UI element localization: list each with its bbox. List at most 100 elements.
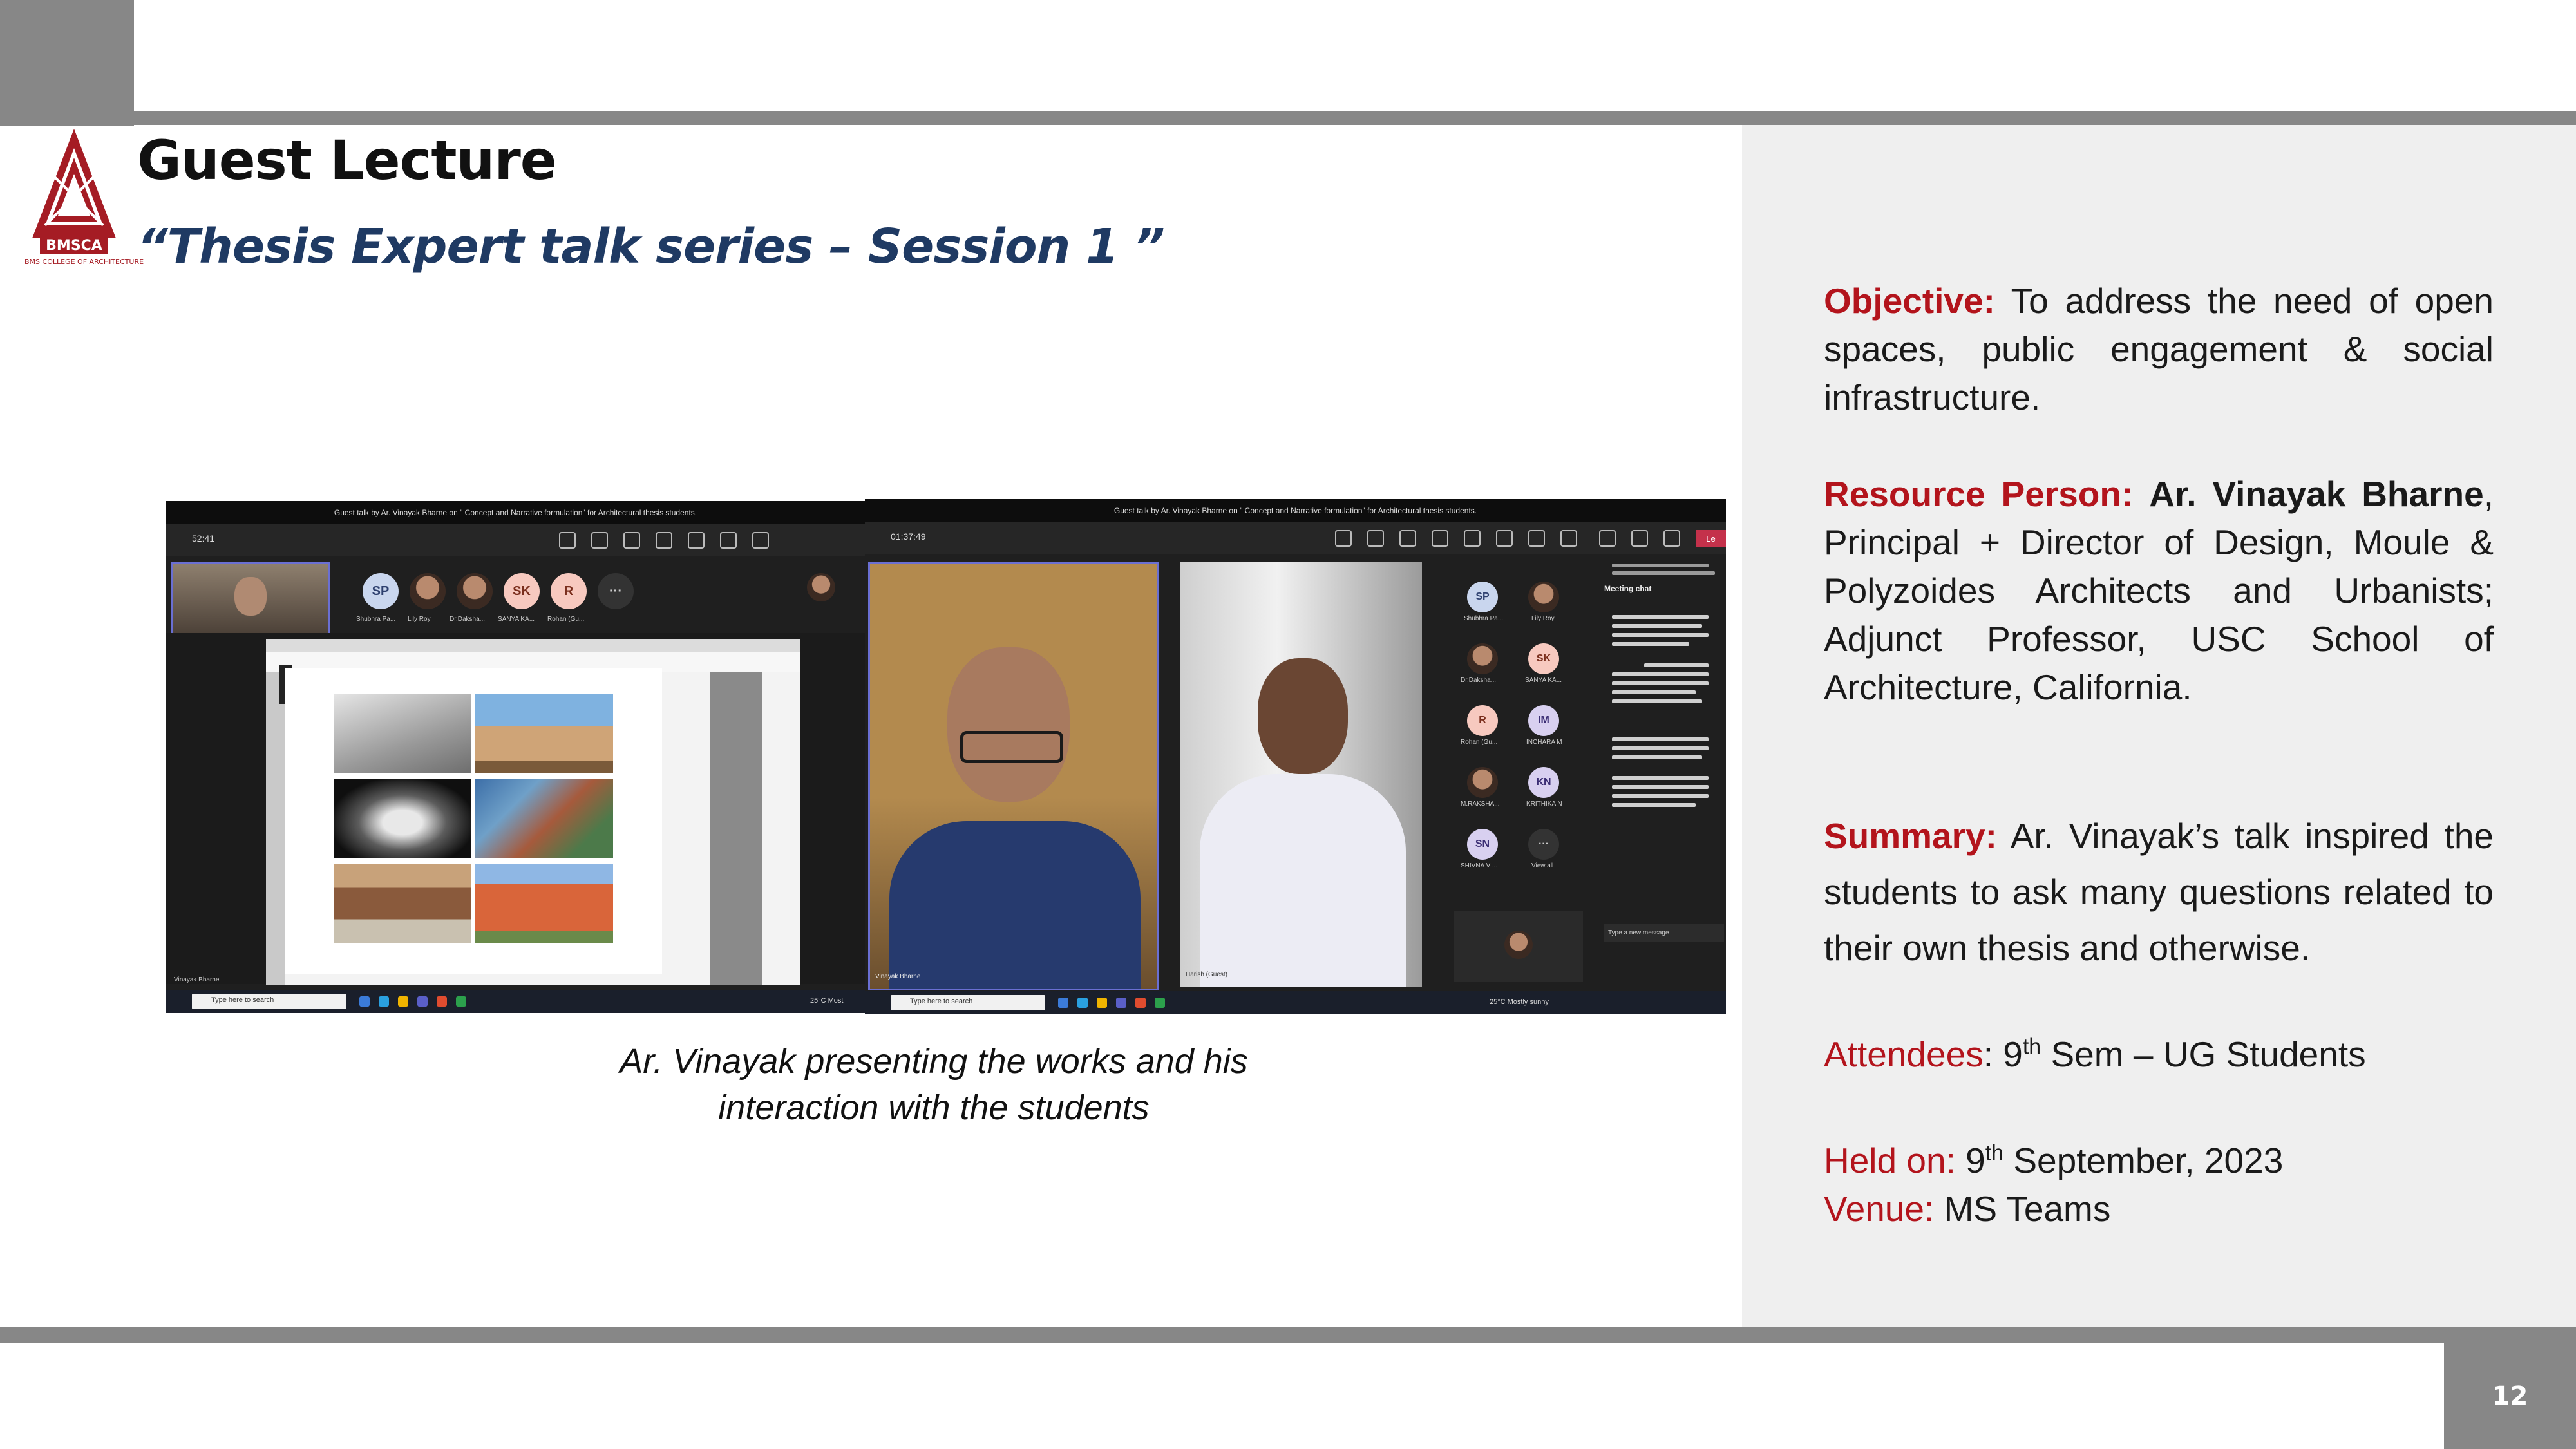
participant-name: KRITHIKA N <box>1526 800 1562 808</box>
video-tile-student: Harish (Guest) <box>1180 562 1422 987</box>
3d-city-model <box>334 779 471 858</box>
student-face <box>1258 658 1348 774</box>
participant-name: Rohan (Gu... <box>547 616 585 623</box>
summary-paragraph: Summary: Ar. Vinayak’s talk inspired the… <box>1824 808 2494 976</box>
participant-avatar: IM <box>1528 705 1559 736</box>
participant-avatar: SP <box>1467 582 1498 612</box>
participant-name: Shubhra Pa... <box>356 616 396 623</box>
screenshot-presentation: Guest talk by Ar. Vinayak Bharne on " Co… <box>166 501 865 1013</box>
weather-text: 25°C Mostly sunny <box>1490 998 1549 1006</box>
page-number: 12 <box>2492 1381 2528 1411</box>
participant-name: Dr.Daksha... <box>1461 677 1497 684</box>
student-shirt <box>1200 774 1406 987</box>
raise-hand-icon <box>623 532 640 549</box>
video-tile-vinayak: Vinayak Bharne <box>868 562 1159 990</box>
held-on-text: 9 <box>1955 1141 1985 1180</box>
presenter-video-thumb <box>171 562 330 637</box>
react-icon <box>656 532 672 549</box>
view-all-icon: ··· <box>1528 829 1559 860</box>
glasses-shape <box>960 731 1063 763</box>
more-icon <box>1560 530 1577 547</box>
orange-house-photo <box>475 864 613 943</box>
participant-name: M.RAKSHA... <box>1461 800 1500 808</box>
bottom-rule <box>0 1327 2576 1343</box>
venue-text: MS Teams <box>1934 1189 2111 1229</box>
more-participants-icon: ··· <box>598 573 634 609</box>
presenter-name-label: Vinayak Bharne <box>174 976 220 983</box>
aerial-city-render <box>475 779 613 858</box>
people-icon <box>591 532 608 549</box>
participant-avatar: R <box>1467 705 1498 736</box>
leave-button: Le <box>1696 530 1726 547</box>
apps-icon <box>752 532 769 549</box>
resource-person-name: Ar. Vinayak Bharne <box>2149 474 2484 514</box>
participant-name: View all <box>1531 862 1554 869</box>
taskbar-search: Type here to search <box>192 994 346 1009</box>
tile-name-label: Harish (Guest) <box>1186 971 1228 978</box>
attendees-label: Attendees <box>1824 1034 1984 1074</box>
participant-name: SANYA KA... <box>1525 677 1562 684</box>
participant-name: Lily Roy <box>1531 615 1555 622</box>
windows-taskbar: Type here to search 25°C Mostly sunny <box>865 991 1726 1014</box>
participant-name: Shubhra Pa... <box>1464 615 1504 622</box>
participant-name: Dr.Daksha... <box>450 616 486 623</box>
participant-avatar <box>1528 582 1559 612</box>
speaker-shirt <box>889 821 1141 989</box>
windows-taskbar: Type here to search 25°C Most <box>166 990 865 1013</box>
react-icon <box>1432 530 1448 547</box>
share-icon <box>1663 530 1680 547</box>
self-view-avatar <box>1504 931 1533 959</box>
rooms-icon <box>1496 530 1513 547</box>
mic-icon <box>1631 530 1648 547</box>
adobe-building-photo <box>475 694 613 773</box>
objective-paragraph: Objective: To address the need of open s… <box>1824 277 2494 422</box>
app-icon <box>1135 998 1146 1008</box>
teams-icon <box>417 996 428 1007</box>
participant-avatar: SN <box>1467 829 1498 860</box>
figure-caption: Ar. Vinayak presenting the works and his… <box>580 1038 1288 1131</box>
attendees-line: Attendees: 9th Sem – UG Students <box>1824 1030 2494 1079</box>
participant-avatar <box>1467 767 1498 798</box>
participant-avatar <box>1467 643 1498 674</box>
self-view-tile <box>1454 911 1583 982</box>
summary-label: Summary: <box>1824 816 1997 856</box>
svg-text:BMSCA: BMSCA <box>46 238 102 254</box>
chrome-icon <box>456 996 466 1007</box>
participant-avatar: SK <box>504 573 540 609</box>
aerial-city-sketch <box>334 694 471 773</box>
screenshot-video-call: Guest talk by Ar. Vinayak Bharne on " Co… <box>865 499 1726 1014</box>
app-icon <box>379 996 389 1007</box>
participant-avatar: SP <box>363 573 399 609</box>
meeting-timer: 01:37:49 <box>891 531 926 542</box>
meeting-timer: 52:41 <box>192 533 215 544</box>
participant-avatar: SK <box>1528 643 1559 674</box>
chat-icon <box>559 532 576 549</box>
chrome-icon <box>1155 998 1165 1008</box>
hill-town-photo <box>334 864 471 943</box>
attendees-text-suffix: Sem – UG Students <box>2041 1034 2366 1074</box>
venue-line: Venue: MS Teams <box>1824 1185 2494 1233</box>
teams-icon <box>1116 998 1126 1008</box>
taskbar-search-text: Type here to search <box>910 998 973 1005</box>
rooms-icon <box>720 532 737 549</box>
participant-name: INCHARA M <box>1526 739 1562 746</box>
meeting-title-bar: Guest talk by Ar. Vinayak Bharne on " Co… <box>166 501 865 524</box>
self-view-avatar <box>807 573 835 601</box>
resource-person-paragraph: Resource Person: Ar. Vinayak Bharne, Pri… <box>1824 470 2494 712</box>
folder-icon <box>1097 998 1107 1008</box>
participant-avatar: KN <box>1528 767 1559 798</box>
slide-subtitle: “Thesis Expert talk series – Session 1 ” <box>137 219 1165 274</box>
attendees-sup: th <box>2022 1034 2041 1059</box>
slide-title: Guest Lecture <box>137 129 557 192</box>
presenter-face <box>234 577 267 616</box>
resource-person-label: Resource Person: <box>1824 474 2134 514</box>
chat-icon <box>1335 530 1352 547</box>
meeting-title-bar: Guest talk by Ar. Vinayak Bharne on " Co… <box>865 499 1726 522</box>
participant-avatar <box>457 573 493 609</box>
participant-name: SHIVNA V ... <box>1461 862 1498 869</box>
held-on-date: September, 2023 <box>2003 1141 2284 1180</box>
apps-icon <box>1528 530 1545 547</box>
meeting-chat-panel: Meeting chat Type a new message <box>1599 557 1726 982</box>
chat-title: Meeting chat <box>1604 584 1652 593</box>
participant-name: SANYA KA... <box>498 616 535 623</box>
